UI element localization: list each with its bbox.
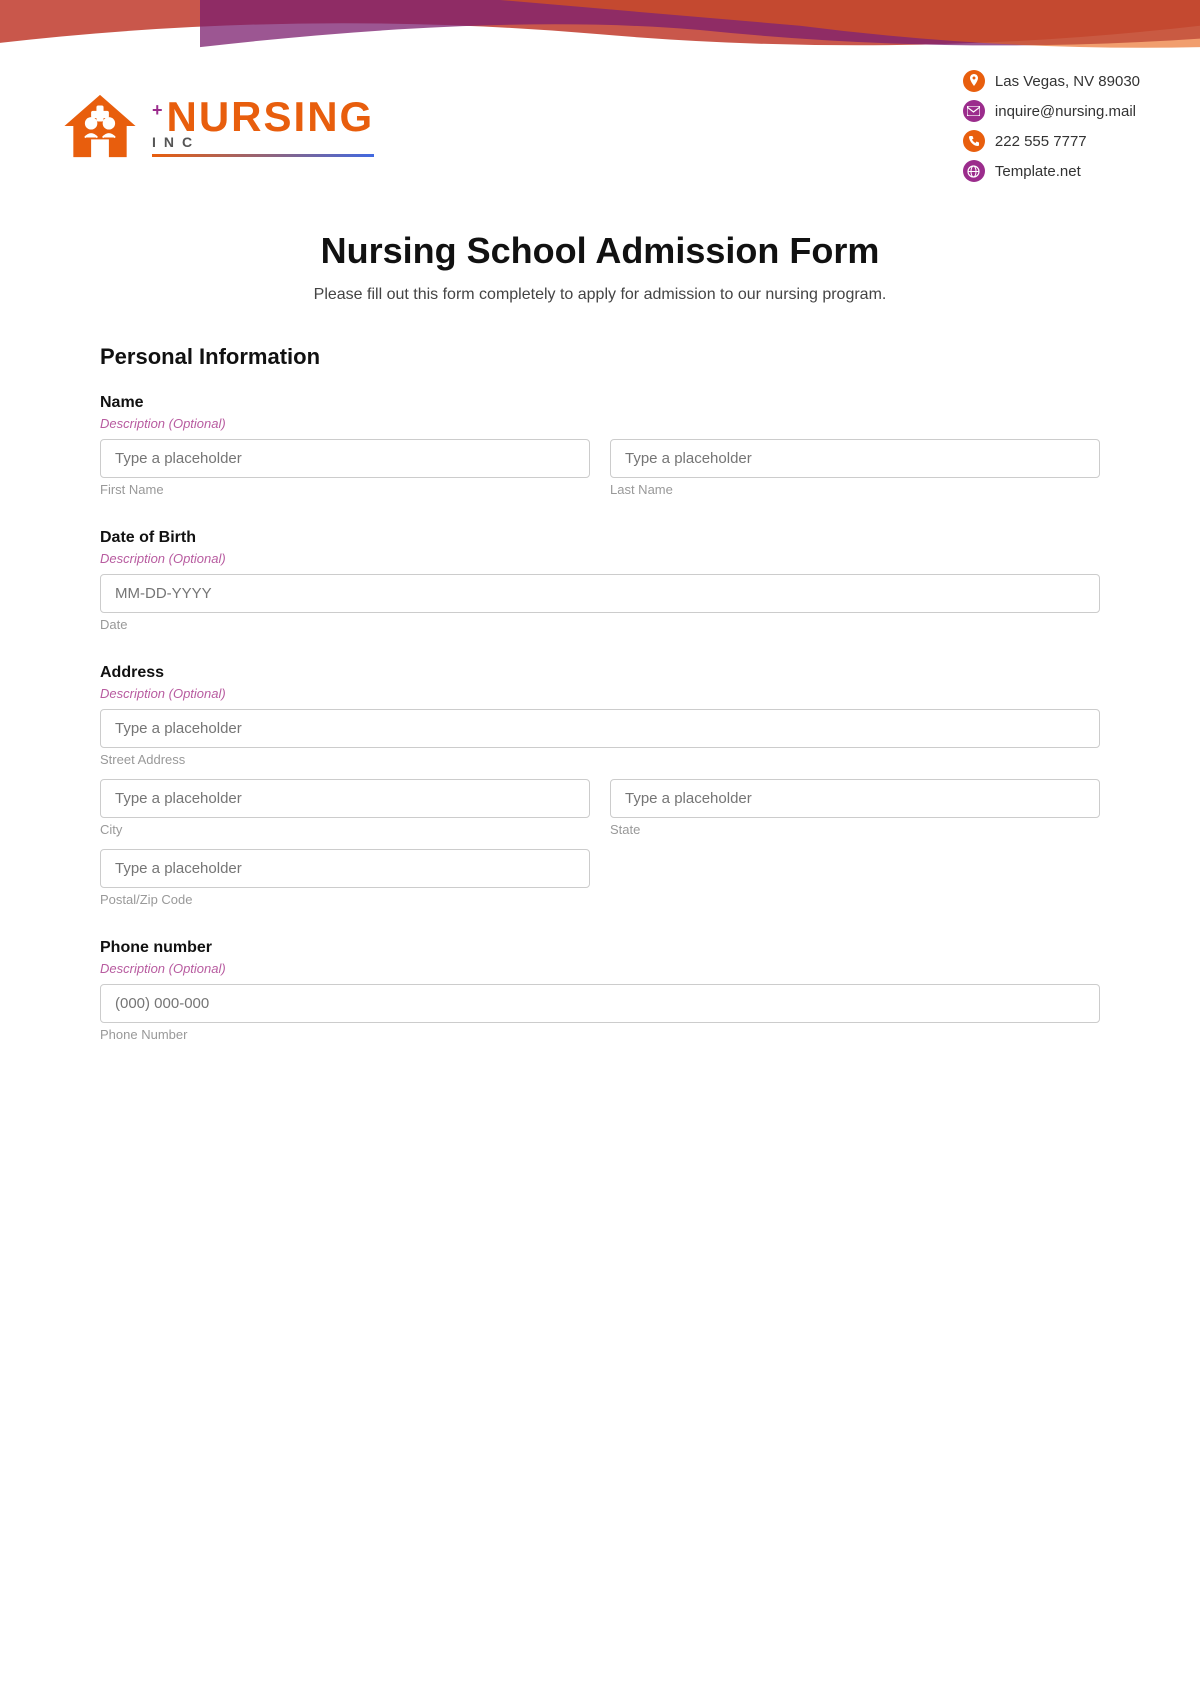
name-field-row: First Name Last Name	[100, 439, 1100, 497]
logo-plus: +	[152, 100, 165, 120]
dob-sublabel: Date	[100, 617, 1100, 632]
address-label: Address	[100, 664, 1100, 682]
dob-input[interactable]	[100, 574, 1100, 613]
form-subtitle: Please fill out this form completely to …	[100, 286, 1100, 304]
logo-nursing-text: +NURSING	[152, 96, 374, 138]
phone-label: Phone number	[100, 939, 1100, 957]
first-name-wrap: First Name	[100, 439, 590, 497]
phone-icon	[963, 130, 985, 152]
logo-name: NURSING	[167, 93, 375, 140]
state-wrap: State	[610, 779, 1100, 837]
first-name-input[interactable]	[100, 439, 590, 478]
dob-field-group: Date of Birth Description (Optional) Dat…	[100, 529, 1100, 632]
dob-description: Description (Optional)	[100, 551, 1100, 566]
city-input[interactable]	[100, 779, 590, 818]
main-content: Nursing School Admission Form Please fil…	[0, 200, 1200, 1134]
address-description: Description (Optional)	[100, 686, 1100, 701]
contact-address: Las Vegas, NV 89030	[995, 73, 1140, 90]
logo-inc-label: INC	[152, 134, 200, 150]
dob-field-single: Date	[100, 574, 1100, 632]
address-field-group: Address Description (Optional) Street Ad…	[100, 664, 1100, 907]
street-address-wrap: Street Address	[100, 709, 1100, 767]
contact-info: Las Vegas, NV 89030 inquire@nursing.mail…	[963, 70, 1140, 182]
phone-sublabel: Phone Number	[100, 1027, 1100, 1042]
web-icon	[963, 160, 985, 182]
state-sublabel: State	[610, 822, 1100, 837]
form-title: Nursing School Admission Form	[100, 230, 1100, 272]
header-content: +NURSING INC Las Vegas, NV 89030	[0, 50, 1200, 200]
location-icon	[963, 70, 985, 92]
personal-info-section: Personal Information Name Description (O…	[100, 344, 1100, 1042]
contact-address-row: Las Vegas, NV 89030	[963, 70, 1140, 92]
nursing-logo-icon	[60, 86, 140, 166]
zip-sublabel: Postal/Zip Code	[100, 892, 590, 907]
name-description: Description (Optional)	[100, 416, 1100, 431]
header: +NURSING INC Las Vegas, NV 89030	[0, 0, 1200, 200]
street-address-sublabel: Street Address	[100, 752, 1100, 767]
phone-field-single: Phone Number	[100, 984, 1100, 1042]
dob-label: Date of Birth	[100, 529, 1100, 547]
city-state-row: City State	[100, 779, 1100, 837]
phone-description: Description (Optional)	[100, 961, 1100, 976]
state-input[interactable]	[610, 779, 1100, 818]
logo-inc-text: INC	[152, 134, 374, 150]
zip-input[interactable]	[100, 849, 590, 888]
zip-wrap: Postal/Zip Code	[100, 849, 590, 907]
phone-field-group: Phone number Description (Optional) Phon…	[100, 939, 1100, 1042]
name-label: Name	[100, 394, 1100, 412]
city-sublabel: City	[100, 822, 590, 837]
street-address-input[interactable]	[100, 709, 1100, 748]
logo-text-area: +NURSING INC	[152, 96, 374, 157]
contact-web-row: Template.net	[963, 160, 1140, 182]
last-name-input[interactable]	[610, 439, 1100, 478]
phone-input[interactable]	[100, 984, 1100, 1023]
contact-email: inquire@nursing.mail	[995, 103, 1136, 120]
contact-website: Template.net	[995, 163, 1081, 180]
zip-row: Postal/Zip Code	[100, 849, 1100, 907]
first-name-sublabel: First Name	[100, 482, 590, 497]
email-icon	[963, 100, 985, 122]
logo-img: +NURSING INC	[60, 86, 374, 166]
city-wrap: City	[100, 779, 590, 837]
logo-area: +NURSING INC	[60, 86, 374, 166]
name-field-group: Name Description (Optional) First Name L…	[100, 394, 1100, 497]
contact-phone-row: 222 555 7777	[963, 130, 1140, 152]
personal-info-title: Personal Information	[100, 344, 1100, 370]
last-name-wrap: Last Name	[610, 439, 1100, 497]
contact-phone: 222 555 7777	[995, 133, 1087, 150]
last-name-sublabel: Last Name	[610, 482, 1100, 497]
contact-email-row: inquire@nursing.mail	[963, 100, 1140, 122]
logo-line	[152, 154, 374, 157]
